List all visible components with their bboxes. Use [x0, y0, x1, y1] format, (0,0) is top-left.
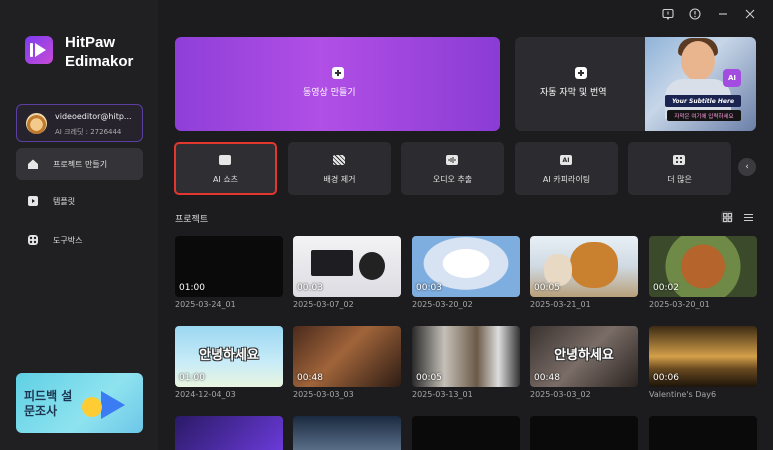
account-card[interactable]: videoeditor@hitp... AI 크레딧 : 2726444 — [16, 104, 143, 142]
brand-line-2: Edimakor — [65, 53, 134, 70]
project-thumbnail[interactable]: 01:00 — [175, 236, 283, 297]
subtitle-caption: Your Subtitle Here — [665, 95, 741, 107]
project-name: 2024-12-04_03 — [175, 390, 236, 399]
duration-label: 01:00 — [179, 373, 205, 383]
project-thumbnail[interactable] — [175, 416, 283, 450]
plus-icon — [332, 67, 344, 79]
project-thumbnail[interactable] — [293, 416, 401, 450]
tool-label: AI 카피라이팅 — [542, 175, 591, 184]
project-thumbnail[interactable]: 00:03 — [412, 236, 520, 297]
duration-label: 00:03 — [416, 283, 442, 293]
sidebar-item-label: 도구박스 — [53, 235, 83, 245]
duration-label: 00:48 — [297, 373, 323, 383]
feedback-survey-banner[interactable]: 피드백 설문조사 — [16, 373, 143, 433]
ai-badge: AI — [723, 69, 741, 87]
tool-ai-shorts[interactable]: AI 쇼츠 — [174, 142, 277, 195]
thumbnail-overlay-text: 안녕하세요 — [554, 348, 614, 363]
toolbox-icon — [27, 234, 39, 246]
project-name: 2025-03-03_02 — [530, 390, 591, 399]
avatar — [26, 113, 47, 134]
project-name: 2025-03-24_01 — [175, 300, 236, 309]
list-view-icon[interactable] — [742, 211, 754, 223]
plus-icon — [575, 67, 587, 79]
tool-label: AI 쇼츠 — [212, 175, 239, 184]
subtitle-caption-korean: 자막은 여기에 입력하세요 — [667, 110, 741, 121]
account-name: videoeditor@hitp... — [55, 112, 132, 121]
ai-credits: AI 크레딧 : 2726444 — [55, 128, 122, 136]
project-name: 2025-03-07_02 — [293, 300, 354, 309]
duration-label: 00:03 — [297, 283, 323, 293]
tool-more[interactable]: 더 많은 — [628, 142, 731, 195]
scroll-left-button[interactable]: ‹ — [738, 158, 756, 176]
emoji-icon — [82, 397, 102, 417]
feedback-icon[interactable] — [661, 7, 675, 21]
project-name: 2025-03-20_02 — [412, 300, 473, 309]
duration-label: 00:02 — [653, 283, 679, 293]
play-icon — [101, 391, 125, 419]
projects-title: 프로젝트 — [175, 215, 209, 225]
editor-screen-art — [311, 250, 353, 276]
cat-art — [544, 254, 572, 286]
tool-ai-copywriting[interactable]: AI AI 카피라이팅 — [515, 142, 618, 195]
sidebar-item-templates[interactable]: 템플릿 — [16, 185, 143, 217]
tool-label: 더 많은 — [667, 175, 692, 184]
info-icon[interactable] — [688, 7, 702, 21]
more-icon — [673, 155, 685, 165]
sidebar-item-label: 프로젝트 만들기 — [53, 159, 108, 169]
sidebar-item-label: 템플릿 — [53, 196, 76, 206]
thumbnail-overlay-text: 안녕하세요 — [199, 348, 259, 363]
tool-label: 배경 제거 — [323, 175, 356, 184]
dog-art — [570, 242, 618, 288]
close-icon[interactable] — [743, 7, 757, 21]
tool-label: 오디오 추출 — [432, 175, 473, 184]
tool-background-remove[interactable]: 배경 제거 — [288, 142, 391, 195]
sidebar: HitPaw Edimakor videoeditor@hitp... AI 크… — [0, 0, 158, 450]
project-name: 2025-03-13_01 — [412, 390, 473, 399]
project-thumbnail[interactable] — [530, 416, 638, 450]
person-face — [681, 41, 715, 81]
project-name: 2025-03-03_03 — [293, 390, 354, 399]
project-thumbnail[interactable]: 안녕하세요 00:48 — [530, 326, 638, 387]
project-name: 2025-03-21_01 — [530, 300, 591, 309]
background-remove-icon — [333, 155, 345, 165]
duration-label: 00:05 — [416, 373, 442, 383]
ai-copywriting-icon: AI — [560, 155, 572, 165]
duration-label: 00:48 — [534, 373, 560, 383]
project-name: Valentine's Day6 — [649, 390, 717, 399]
audio-extract-icon — [446, 155, 458, 165]
sidebar-item-toolbox[interactable]: 도구박스 — [16, 224, 143, 256]
project-thumbnail[interactable]: 00:05 — [530, 236, 638, 297]
duration-label: 01:00 — [179, 283, 205, 293]
project-thumbnail[interactable]: 00:02 — [649, 236, 757, 297]
auto-subtitle-label: 자동 자막 및 번역 — [540, 88, 607, 98]
project-name: 2025-03-20_01 — [649, 300, 710, 309]
cat-art — [359, 252, 385, 280]
sidebar-item-create-project[interactable]: 프로젝트 만들기 — [16, 148, 143, 180]
grid-view-icon[interactable] — [721, 211, 733, 223]
project-thumbnail[interactable]: 안녕하세요 01:00 — [175, 326, 283, 387]
project-thumbnail[interactable]: 00:05 — [412, 326, 520, 387]
create-video-label: 동영상 만들기 — [303, 88, 356, 98]
auto-subtitle-card[interactable]: 자동 자막 및 번역 AI Your Subtitle Here 자막은 여기에… — [515, 37, 756, 131]
create-video-card[interactable]: 동영상 만들기 — [175, 37, 500, 131]
brand-line-1: HitPaw — [65, 34, 116, 51]
project-thumbnail[interactable] — [649, 416, 757, 450]
project-thumbnail[interactable]: 00:03 — [293, 236, 401, 297]
project-thumbnail[interactable]: 00:06 — [649, 326, 757, 387]
duration-label: 00:06 — [653, 373, 679, 383]
app-brand: HitPaw Edimakor — [65, 33, 133, 71]
project-thumbnail[interactable]: 00:48 — [293, 326, 401, 387]
duration-label: 00:05 — [534, 283, 560, 293]
ai-shorts-icon — [219, 155, 231, 165]
home-icon — [27, 158, 39, 170]
app-logo — [25, 36, 53, 64]
project-thumbnail[interactable] — [412, 416, 520, 450]
template-icon — [27, 195, 39, 207]
subtitle-preview-image: AI Your Subtitle Here 자막은 여기에 입력하세요 — [645, 37, 756, 131]
minimize-icon[interactable] — [716, 7, 730, 21]
tool-audio-extract[interactable]: 오디오 추출 — [401, 142, 504, 195]
feedback-label: 피드백 설문조사 — [24, 389, 73, 418]
chevron-left-icon: ‹ — [745, 162, 749, 172]
